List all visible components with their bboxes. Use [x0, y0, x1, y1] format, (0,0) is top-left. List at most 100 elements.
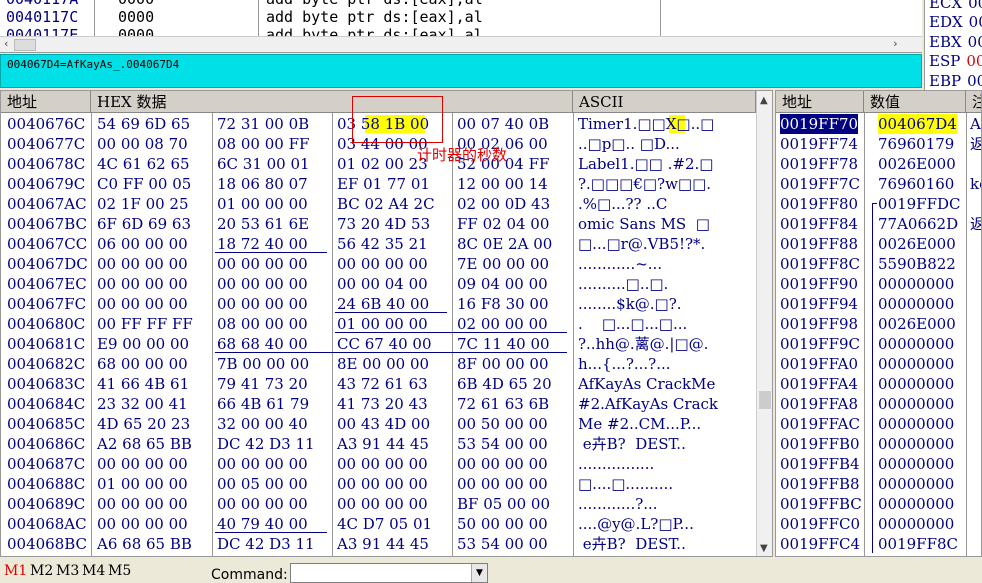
stack-row[interactable]: 0019FFC0 00000000: [776, 514, 981, 534]
row-address: 0040687C: [7, 455, 86, 473]
horizontal-scrollbar[interactable]: ‹ ›: [0, 36, 922, 52]
stack-row[interactable]: 0019FF88 0026E000: [776, 234, 981, 254]
ascii-text: ........$k@.□?.: [578, 295, 682, 313]
stack-row[interactable]: 0019FFC4 0019FF8C: [776, 534, 981, 554]
disasm-line[interactable]: 0040117C 0000 add byte ptr ds:[eax],al: [0, 8, 483, 26]
scroll-up-icon[interactable]: ▲: [760, 95, 768, 106]
ascii-text: .%□...?? ..C: [578, 195, 668, 213]
stack-row[interactable]: 0019FF98 0026E000: [776, 314, 981, 334]
stack-row[interactable]: 0019FF94 00000000: [776, 294, 981, 314]
hex-group: 41 66 4B 61: [97, 375, 190, 393]
hex-group: 72 61 63 6B: [457, 395, 550, 413]
hex-group: 00 00 00 00: [337, 475, 428, 493]
scrollbar-thumb[interactable]: [14, 39, 36, 51]
stack-row[interactable]: 0019FF9C 00000000: [776, 334, 981, 354]
stack-value: 00000000: [878, 375, 955, 393]
stack-row[interactable]: 0019FF74 76960179 返: [776, 134, 981, 154]
ascii-text: ................: [578, 455, 655, 473]
hex-group: 7E 00 00 00: [457, 255, 550, 273]
stack-row[interactable]: 0019FFA8 00000000: [776, 394, 981, 414]
scroll-right-icon[interactable]: ›: [892, 37, 899, 50]
hex-group: 01 00 00 00: [97, 475, 188, 493]
tab-m4[interactable]: M4: [82, 563, 105, 579]
stack-value: 00000000: [878, 295, 955, 313]
disassembly-pane[interactable]: 0040117A 0000 add byte ptr ds:[eax],al 0…: [0, 0, 922, 53]
row-address: 004067DC: [7, 255, 88, 273]
stack-row[interactable]: 0019FF70 004067D4 A: [776, 114, 981, 134]
row-address: 0040681C: [7, 335, 86, 353]
hex-group: 41 73 20 43: [337, 395, 428, 413]
hex-group: 72 31 00 0B: [217, 115, 310, 133]
command-label: Command:: [211, 567, 288, 583]
scroll-down-icon[interactable]: ▼: [760, 543, 768, 554]
hex-group: 68 00 00 00: [97, 355, 188, 373]
stack-row[interactable]: 0019FFB8 00000000: [776, 474, 981, 494]
hex-group: 00 00 00 00: [337, 255, 428, 273]
stack-row[interactable]: 0019FF84 77A0662D 返: [776, 214, 981, 234]
stack-comment: 返: [970, 134, 981, 154]
stack-value: 0019FF8C: [878, 535, 959, 553]
stack-row[interactable]: 0019FF78 0026E000: [776, 154, 981, 174]
stack-row[interactable]: 0019FFA4 00000000: [776, 374, 981, 394]
stack-value: 76960179: [878, 135, 955, 153]
stack-row[interactable]: 0019FFB0 00000000: [776, 434, 981, 454]
scrollbar-thumb[interactable]: [759, 391, 771, 409]
register-row[interactable]: EDX 00: [929, 11, 982, 33]
hex-group: 43 72 61 63: [337, 375, 428, 393]
memory-dump-pane[interactable]: 地址 HEX 数据 ASCII 0040676C 54 69 6D 65 72 31…: [0, 90, 773, 557]
tab-m5[interactable]: M5: [108, 563, 131, 579]
stack-row[interactable]: 0019FFAC 00000000: [776, 414, 981, 434]
stack-row[interactable]: 0019FF80 0019FFDC: [776, 194, 981, 214]
chevron-down-icon[interactable]: ▼: [471, 564, 487, 582]
command-bar[interactable]: M1 M2 M3 M4 M5 Command: ▼: [0, 559, 982, 583]
command-input[interactable]: [290, 563, 488, 583]
hex-group: 4C D7 05 01: [337, 515, 433, 533]
disasm-address: 0040117A: [6, 0, 78, 8]
stack-address: 0019FF90: [780, 275, 859, 293]
hex-group: 01 00 00 00: [217, 195, 308, 213]
stack-row[interactable]: 0019FF7C 76960160 ke: [776, 174, 981, 194]
scroll-left-icon[interactable]: ‹: [3, 37, 10, 50]
stack-pane[interactable]: 地址 数值 注 0019FF70 004067D4 A 0019FF74 7696017…: [775, 90, 982, 557]
hex-group: 4C 61 62 65: [97, 155, 190, 173]
hex-group: 00 07 40 0B: [457, 115, 550, 133]
tab-m2[interactable]: M2: [30, 563, 53, 579]
dump-header-hex[interactable]: HEX 数据: [91, 91, 573, 113]
reference-underline: [215, 352, 567, 353]
stack-row[interactable]: 0019FF8C 5590B822: [776, 254, 981, 274]
tab-m1[interactable]: M1: [4, 563, 27, 579]
disasm-line[interactable]: 0040117A 0000 add byte ptr ds:[eax],al: [0, 0, 483, 8]
row-address: 004067AC: [7, 195, 87, 213]
row-address: 0040683C: [7, 375, 86, 393]
ascii-text: □...□r@.VB5!?*.: [578, 235, 706, 253]
stack-header-value[interactable]: 数值: [864, 91, 966, 113]
hex-group: 16 F8 30 00: [457, 295, 549, 313]
hex-group: 00 00 00 00: [97, 455, 188, 473]
tab-m3[interactable]: M3: [56, 563, 79, 579]
hex-group: 56 42 35 21: [337, 235, 428, 253]
hex-group: E9 00 00 00: [97, 335, 190, 353]
register-value: 00: [967, 72, 982, 90]
row-address: 0040677C: [7, 135, 86, 153]
register-row[interactable]: ESP 00: [929, 50, 982, 72]
info-pane[interactable]: 004067D4=AfKayAs_.004067D4: [0, 54, 922, 88]
stack-row[interactable]: 0019FFA0 00000000: [776, 354, 981, 374]
dump-header-ascii[interactable]: ASCII: [573, 91, 756, 113]
stack-value: 00000000: [878, 495, 955, 513]
column-divider: [332, 113, 333, 556]
registers-pane[interactable]: ECX00 EDX00 EBX00 ESP00 EBP00: [924, 0, 982, 90]
hex-group: 00 00 04 00: [337, 275, 428, 293]
stack-row[interactable]: 0019FFB4 00000000: [776, 454, 981, 474]
ascii-text: Timer1.□□X□..□: [578, 115, 715, 133]
register-row[interactable]: EBP 00: [929, 70, 982, 90]
stack-header-comment[interactable]: 注: [966, 91, 981, 113]
row-address: 004068BC: [7, 535, 88, 553]
stack-value: 0026E000: [878, 315, 956, 333]
stack-header-address[interactable]: 地址: [776, 91, 864, 113]
stack-row[interactable]: 0019FFBC 00000000: [776, 494, 981, 514]
stack-row[interactable]: 0019FF90 00000000: [776, 274, 981, 294]
hex-group: 02 00 0D 43: [457, 195, 551, 213]
vertical-scrollbar[interactable]: ▲ ▼: [756, 91, 772, 556]
dump-header-address[interactable]: 地址: [1, 91, 91, 113]
stack-address: 0019FF70: [780, 114, 859, 134]
